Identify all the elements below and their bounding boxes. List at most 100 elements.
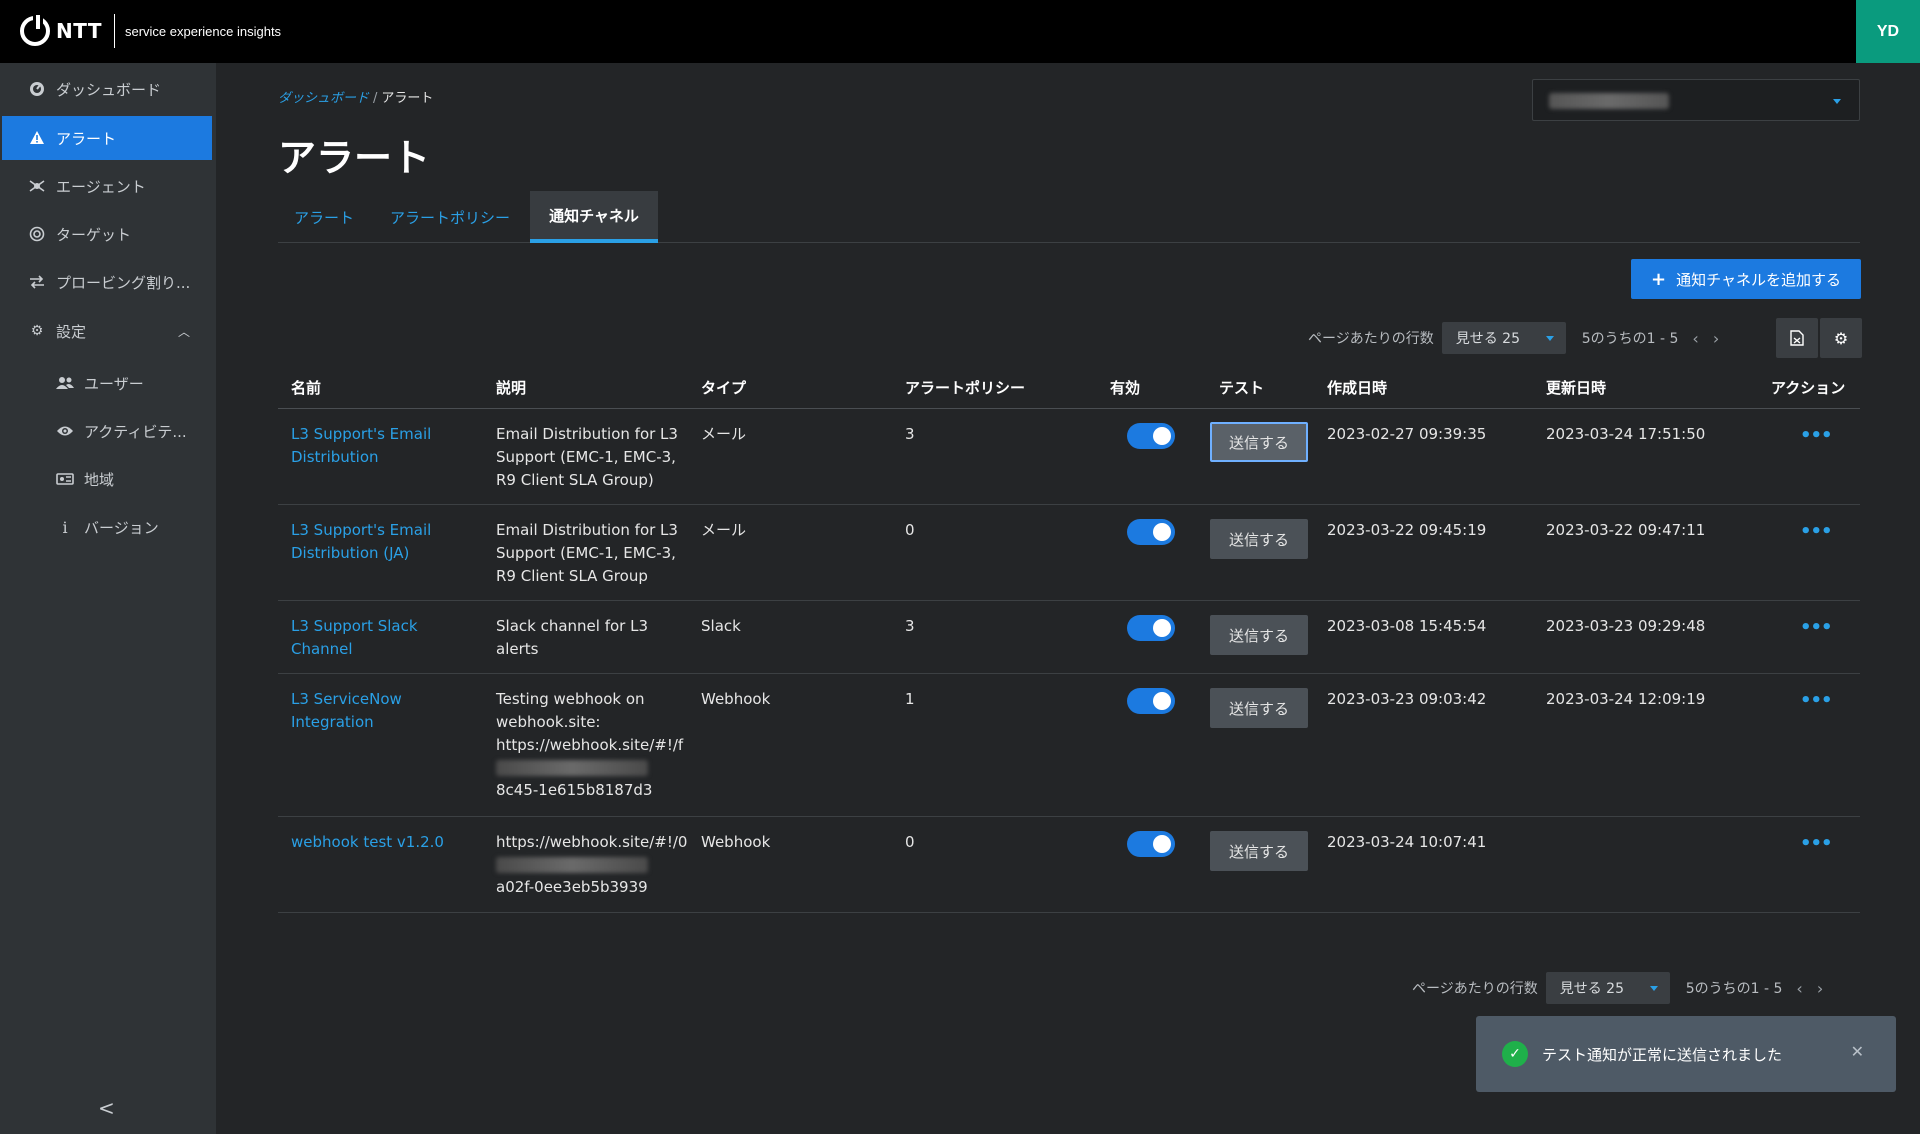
description-text: 8c45-1e615b8187d3	[496, 781, 653, 799]
rows-per-page-select[interactable]: 見せる 25	[1545, 972, 1670, 1004]
rows-per-page-label: ページあたりの行数	[1412, 981, 1538, 997]
channel-description: Email Distribution for L3 Support (EMC-1…	[496, 521, 678, 585]
sidebar-item-targets[interactable]: ターゲット	[2, 212, 212, 256]
column-header-description[interactable]: 説明	[496, 377, 526, 398]
organization-select[interactable]	[1532, 79, 1860, 121]
send-test-button[interactable]: 送信する	[1210, 831, 1308, 871]
more-actions-icon[interactable]: •••	[1800, 521, 1833, 542]
column-header-created[interactable]: 作成日時	[1327, 377, 1387, 398]
page-title: アラート	[278, 136, 431, 180]
send-test-button[interactable]: 送信する	[1210, 519, 1308, 559]
prev-page-button[interactable]: ‹	[1796, 979, 1802, 998]
channel-description: https://webhook.site/#!/0 a02f-0ee3eb5b3…	[496, 831, 688, 899]
table-row: L3 Support's Email Distribution Email Di…	[278, 409, 1860, 505]
rows-per-page-label: ページあたりの行数	[1308, 331, 1434, 347]
more-actions-icon[interactable]: •••	[1800, 833, 1833, 854]
close-icon[interactable]: ✕	[1851, 1042, 1864, 1061]
user-avatar[interactable]: YD	[1856, 0, 1920, 63]
prev-page-button[interactable]: ‹	[1692, 329, 1698, 348]
sidebar-item-users[interactable]: ユーザー	[2, 361, 212, 405]
redacted-value	[1549, 93, 1669, 109]
channel-type: Webhook	[701, 833, 771, 851]
page-range: 5のうちの1 - 5	[1581, 331, 1679, 347]
sidebar-item-dashboard[interactable]: ダッシュボード	[2, 67, 212, 111]
rows-per-page-value: 見せる 25	[1455, 331, 1520, 347]
collapse-sidebar-button[interactable]: <	[98, 1096, 115, 1120]
description-text: https://webhook.site/#!/0	[496, 833, 688, 851]
sidebar-item-regions[interactable]: 地域	[2, 457, 212, 501]
export-csv-button[interactable]	[1776, 318, 1818, 358]
channel-name-link[interactable]: webhook test v1.2.0	[291, 831, 456, 854]
created-at: 2023-03-24 10:07:41	[1327, 833, 1487, 851]
enabled-toggle[interactable]	[1127, 688, 1175, 714]
redacted-text	[496, 857, 648, 873]
enabled-toggle[interactable]	[1127, 519, 1175, 545]
alert-policy-count: 3	[905, 425, 915, 443]
breadcrumb-separator: /	[373, 91, 378, 106]
tab-alerts[interactable]: アラート	[294, 191, 354, 243]
sidebar-item-activity[interactable]: アクティビテ...	[2, 409, 212, 453]
next-page-button[interactable]: ›	[1713, 329, 1719, 348]
column-header-type[interactable]: タイプ	[701, 377, 746, 398]
pagination-bottom: ページあたりの行数 見せる 25 5のうちの1 - 5 ‹ ›	[1412, 970, 1823, 1006]
sidebar-item-label: 設定	[56, 322, 87, 341]
column-header-updated[interactable]: 更新日時	[1546, 377, 1606, 398]
agent-icon	[28, 177, 46, 195]
more-actions-icon[interactable]: •••	[1800, 617, 1833, 638]
add-button-label: 通知チャネルを追加する	[1676, 270, 1841, 289]
created-at: 2023-03-23 09:03:42	[1327, 690, 1487, 708]
column-header-test[interactable]: テスト	[1219, 377, 1264, 398]
channel-name-link[interactable]: L3 ServiceNow Integration	[291, 688, 456, 734]
rows-per-page-select[interactable]: 見せる 25	[1441, 322, 1566, 354]
breadcrumb-dashboard-link[interactable]: ダッシュボード	[278, 91, 369, 106]
sidebar-item-label: プロービング割り...	[56, 273, 191, 292]
sidebar-item-agents[interactable]: エージェント	[2, 164, 212, 208]
sidebar-item-label: バージョン	[84, 518, 159, 537]
table-settings-button[interactable]: ⚙	[1820, 318, 1862, 358]
check-circle-icon: ✓	[1502, 1041, 1528, 1067]
created-at: 2023-03-22 09:45:19	[1327, 521, 1487, 539]
pagination-top: ページあたりの行数 見せる 25 5のうちの1 - 5 ‹ ›	[1308, 320, 1719, 356]
column-header-name[interactable]: 名前	[291, 377, 321, 398]
chevron-down-icon	[1649, 986, 1658, 991]
send-test-button[interactable]: 送信する	[1210, 615, 1308, 655]
tab-notification-channels[interactable]: 通知チャネル	[530, 191, 658, 243]
alert-policy-count: 0	[905, 521, 915, 539]
breadcrumb-current: アラート	[381, 91, 434, 106]
add-notification-channel-button[interactable]: + 通知チャネルを追加する	[1631, 259, 1861, 299]
channel-description: Testing webhook on webhook.site: https:/…	[496, 688, 686, 802]
sidebar-item-probing[interactable]: プロービング割り...	[2, 260, 212, 304]
channel-name-link[interactable]: L3 Support's Email Distribution (JA)	[291, 519, 456, 565]
channel-name-link[interactable]: L3 Support's Email Distribution	[291, 423, 456, 469]
info-icon: i	[62, 517, 68, 537]
warning-icon	[28, 129, 46, 147]
enabled-toggle[interactable]	[1127, 423, 1175, 449]
gear-icon: ⚙	[1833, 328, 1849, 348]
channel-type: Slack	[701, 617, 741, 635]
channel-name-link[interactable]: L3 Support Slack Channel	[291, 615, 456, 661]
ntt-logo-icon	[20, 15, 50, 46]
column-header-enabled[interactable]: 有効	[1110, 377, 1140, 398]
sidebar-item-label: アクティビテ...	[84, 422, 187, 441]
more-actions-icon[interactable]: •••	[1800, 690, 1833, 711]
sidebar-item-settings[interactable]: ⚙ 設定 ︿	[2, 309, 212, 353]
target-icon	[28, 225, 46, 243]
description-text: a02f-0ee3eb5b3939	[496, 878, 648, 896]
eye-icon	[56, 422, 74, 440]
send-test-button[interactable]: 送信する	[1210, 688, 1308, 728]
enabled-toggle[interactable]	[1127, 831, 1175, 857]
more-actions-icon[interactable]: •••	[1800, 425, 1833, 446]
sidebar-item-alerts[interactable]: アラート	[2, 116, 212, 160]
enabled-toggle[interactable]	[1127, 615, 1175, 641]
ntt-logo[interactable]: NTT service experience insights	[20, 14, 281, 48]
send-test-button[interactable]: 送信する	[1210, 422, 1308, 462]
region-icon	[56, 470, 74, 488]
swap-icon	[28, 273, 46, 291]
next-page-button[interactable]: ›	[1817, 979, 1823, 998]
tab-alert-policies[interactable]: アラートポリシー	[390, 191, 510, 243]
sidebar-item-version[interactable]: i バージョン	[2, 505, 212, 549]
product-name: service experience insights	[124, 23, 282, 39]
table-row: webhook test v1.2.0 https://webhook.site…	[278, 817, 1860, 913]
column-header-alert-policies[interactable]: アラートポリシー	[905, 377, 1025, 398]
chevron-down-icon	[1545, 336, 1554, 341]
